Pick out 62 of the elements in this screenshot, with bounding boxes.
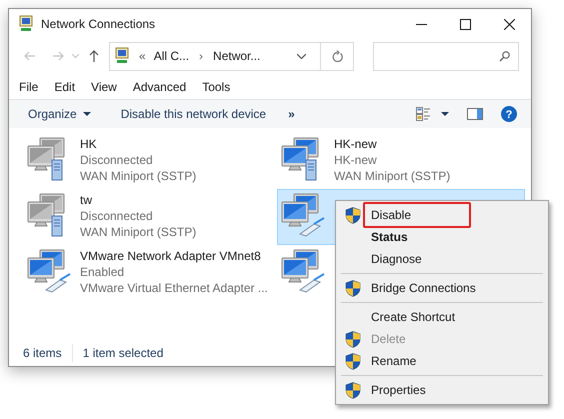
menu-item[interactable]: Advanced (132, 78, 186, 96)
help-button[interactable]: ? (501, 103, 517, 125)
connection-item[interactable]: HK Disconnected WAN Miniport (SSTP) (23, 133, 271, 189)
caret-icon (82, 112, 91, 116)
shield-icon (345, 280, 361, 296)
status-text: 1 item selected (72, 344, 174, 362)
connection-status: Disconnected (80, 152, 154, 168)
caret-icon (441, 112, 449, 116)
help-icon: ? (501, 106, 517, 122)
breadcrumb[interactable]: Networ... (213, 47, 260, 65)
status-text: 6 items (23, 345, 63, 362)
menu-item[interactable]: Disable (336, 204, 548, 226)
breadcrumb[interactable]: All C... (154, 47, 190, 65)
connection-status: Enabled (80, 264, 126, 280)
breadcrumb-separator: › (199, 48, 204, 65)
view-icon (416, 107, 431, 121)
disable-device-button[interactable]: Disable this network device (120, 103, 266, 125)
shield-icon (345, 352, 361, 370)
device-name: WAN Miniport (SSTP) (80, 224, 196, 240)
menu-item[interactable]: Status (336, 226, 548, 248)
network-folder-icon (113, 47, 131, 65)
device-name: WAN Miniport (SSTP) (334, 168, 450, 184)
breadcrumb-overflow[interactable]: « (139, 47, 146, 65)
connection-item[interactable]: HK-new HK-new WAN Miniport (SSTP) (277, 133, 525, 189)
up-arrow-icon (89, 50, 99, 62)
search-field[interactable] (373, 42, 519, 70)
menu-item[interactable]: Edit (54, 78, 76, 96)
close-icon (504, 18, 514, 30)
back-arrow-icon (24, 51, 36, 61)
chevron-down-icon (297, 54, 306, 58)
window-title: Network Connections (41, 16, 156, 33)
menu-item[interactable]: Tools (202, 78, 230, 96)
menu-item[interactable]: Rename (336, 350, 548, 372)
connection-name: HK-new (334, 136, 378, 152)
menu-item[interactable]: Bridge Connections (336, 277, 548, 299)
shield-icon (345, 330, 361, 348)
connection-item[interactable]: tw Disconnected WAN Miniport (SSTP) (23, 189, 271, 245)
search-icon (499, 50, 510, 62)
connection-name: VMware Network Adapter VMnet8 (80, 248, 262, 264)
forward-arrow-icon (52, 51, 64, 61)
device-name: VMware Virtual Ethernet Adapter ... (80, 280, 268, 296)
connection-name: HK (80, 136, 98, 152)
menu-item[interactable]: Create Shortcut (336, 306, 548, 328)
connection-name: tw (80, 192, 93, 208)
shield-icon (345, 206, 361, 224)
connection-status: HK-new (334, 152, 378, 168)
menu-item[interactable]: File (19, 78, 38, 96)
maximize-icon (460, 18, 470, 30)
connection-status: Disconnected (80, 208, 154, 224)
menu-item[interactable]: Properties (336, 379, 548, 401)
connection-item[interactable]: VMware Network Adapter VMnet8 Enabled VMware Virtual Ethernet Adapter ... (23, 245, 271, 301)
shield-icon (345, 382, 361, 398)
organize-button[interactable]: Organize (28, 103, 91, 125)
chevron-down-icon (72, 54, 78, 58)
more-commands-button[interactable]: » (288, 103, 295, 125)
network-folder-icon (17, 15, 35, 33)
menu-item[interactable]: View (91, 78, 117, 96)
device-name: WAN Miniport (SSTP) (80, 168, 196, 184)
refresh-icon (332, 50, 342, 62)
preview-pane-icon (467, 108, 483, 120)
menu-item[interactable]: Diagnose (336, 248, 548, 270)
address-bar[interactable]: « All C... › Networ... (109, 42, 354, 70)
